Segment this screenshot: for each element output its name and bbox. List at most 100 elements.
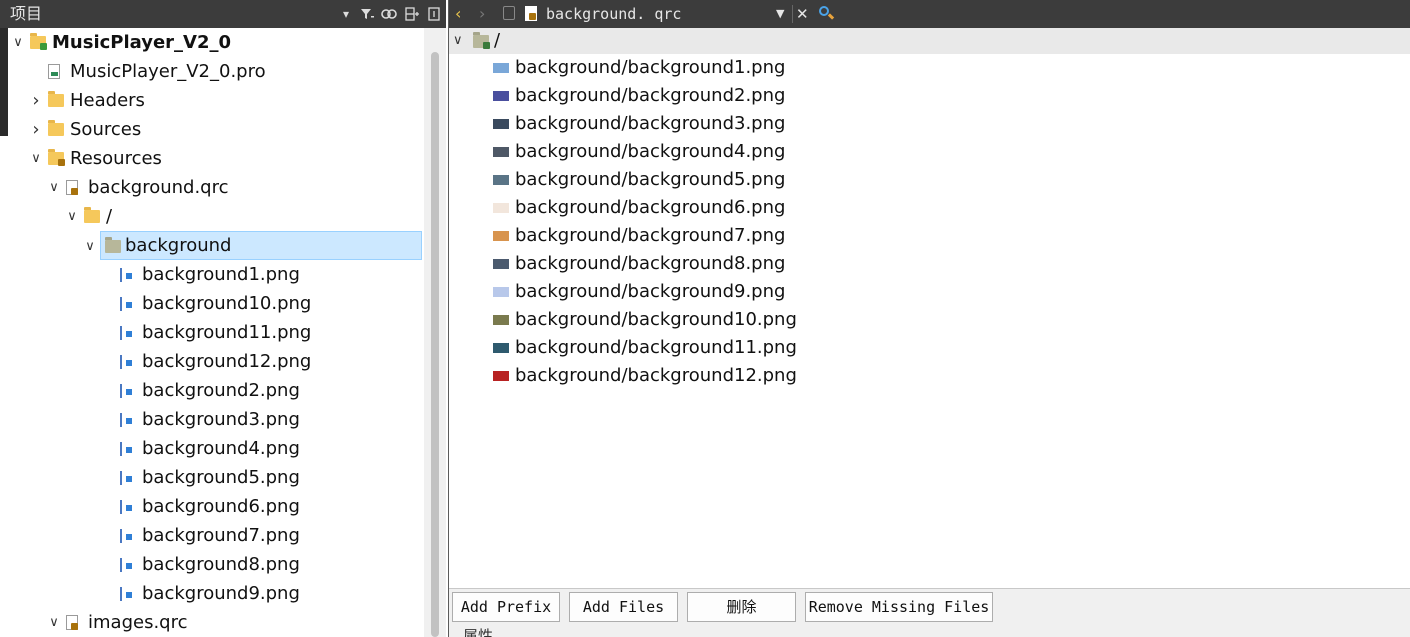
tree-item-label: background7.png (142, 525, 300, 546)
tree-item-label: background12.png (142, 351, 312, 372)
chevron-down-icon[interactable]: ∨ (46, 173, 62, 202)
resource-row[interactable]: background/background4.png (449, 138, 1049, 166)
image-file-icon (120, 500, 132, 514)
tree-item[interactable]: background8.png (8, 550, 408, 579)
tree-item[interactable]: background6.png (8, 492, 408, 521)
resource-row[interactable]: background/background2.png (449, 82, 1049, 110)
qrc-file-icon (66, 180, 78, 195)
tree-item[interactable]: › Headers (8, 86, 408, 115)
tree-item-selected[interactable]: ∨ background (85, 231, 422, 260)
chevron-right-icon[interactable]: › (28, 86, 44, 115)
resource-path: background/background10.png (515, 309, 797, 330)
tree-item[interactable]: background9.png (8, 579, 408, 608)
tree-item[interactable]: MusicPlayer_V2_0.pro (8, 57, 408, 86)
pro-file-icon (48, 64, 60, 79)
tree-item[interactable]: ∨ images.qrc (8, 608, 408, 637)
close-file-icon[interactable]: ✕ (796, 4, 809, 24)
resource-row[interactable]: background/background7.png (449, 222, 1049, 250)
forward-arrow-icon[interactable]: › (479, 4, 485, 24)
tree-item[interactable]: ∨ MusicPlayer_V2_0 (8, 28, 408, 57)
resource-row[interactable]: background/background10.png (449, 306, 1049, 334)
tree-item[interactable]: background4.png (8, 434, 408, 463)
resource-path: background/background8.png (515, 253, 786, 274)
project-panel: 项目 ▾ ∨ MusicPlayer_V2_0 MusicPlayer_V2_0.p… (0, 0, 446, 637)
resources-folder-icon (48, 149, 65, 166)
tree-item-label: background (125, 235, 232, 256)
remove-missing-files-button[interactable]: Remove Missing Files (805, 592, 993, 622)
image-thumbnail-icon (493, 175, 509, 185)
project-tree: ∨ MusicPlayer_V2_0 MusicPlayer_V2_0.pro › He… (8, 28, 424, 637)
tree-item[interactable]: ∨ / (8, 202, 408, 231)
image-file-icon (120, 384, 132, 398)
resource-row[interactable]: background/background6.png (449, 194, 1049, 222)
split-icon[interactable] (403, 4, 421, 24)
image-thumbnail-icon (493, 203, 509, 213)
toolbar-separator (792, 5, 793, 23)
left-edge-strip (0, 28, 8, 136)
image-thumbnail-icon (493, 231, 509, 241)
tree-item[interactable]: background12.png (8, 347, 408, 376)
resource-root-row[interactable]: ∨ / (449, 28, 1410, 54)
resource-row[interactable]: background/background1.png (449, 54, 1049, 82)
tree-item[interactable]: background1.png (8, 260, 408, 289)
tree-item[interactable]: background10.png (8, 289, 408, 318)
add-prefix-button[interactable]: Add Prefix (452, 592, 560, 622)
resource-path: background/background4.png (515, 141, 786, 162)
resource-row[interactable]: background/background5.png (449, 166, 1049, 194)
chevron-down-icon[interactable]: ∨ (46, 608, 62, 637)
delete-button[interactable]: 删除 (687, 592, 796, 622)
lock-icon[interactable] (503, 6, 515, 20)
chevron-down-icon[interactable]: ∨ (64, 202, 80, 231)
prefix-folder-icon (473, 32, 490, 49)
tree-item-label: background4.png (142, 438, 300, 459)
open-file-name[interactable]: background. qrc (546, 4, 681, 24)
tree-item[interactable]: background5.png (8, 463, 408, 492)
resource-row[interactable]: background/background11.png (449, 334, 1049, 362)
image-file-icon (120, 558, 132, 572)
tree-item-label: MusicPlayer_V2_0.pro (70, 61, 266, 82)
image-thumbnail-icon (493, 343, 509, 353)
image-thumbnail-icon (493, 259, 509, 269)
tree-item-label: images.qrc (88, 612, 188, 633)
sources-folder-icon (48, 120, 64, 136)
filter-icon[interactable] (358, 4, 376, 24)
tree-item[interactable]: ∨ Resources (8, 144, 408, 173)
chevron-down-icon[interactable]: ∨ (10, 28, 26, 57)
image-thumbnail-icon (493, 91, 509, 101)
back-arrow-icon[interactable]: ‹ (455, 4, 461, 24)
link-with-editor-icon[interactable] (380, 4, 398, 24)
tree-item-label: / (106, 206, 113, 227)
chevron-down-icon[interactable]: ∨ (82, 232, 98, 261)
image-thumbnail-icon (493, 371, 509, 381)
resource-path: background/background7.png (515, 225, 786, 246)
prefix-folder-icon (84, 207, 100, 223)
image-file-icon (120, 355, 132, 369)
tree-item[interactable]: background11.png (8, 318, 408, 347)
chevron-down-icon[interactable]: ∨ (453, 28, 463, 54)
locate-file-icon[interactable] (819, 6, 835, 22)
image-thumbnail-icon (493, 287, 509, 297)
view-dropdown-icon[interactable]: ▾ (337, 4, 355, 24)
image-thumbnail-icon (493, 63, 509, 73)
tree-item[interactable]: background7.png (8, 521, 408, 550)
tree-item[interactable]: background2.png (8, 376, 408, 405)
close-pane-icon[interactable] (425, 4, 443, 24)
project-folder-icon (30, 33, 47, 50)
resource-row[interactable]: background/background9.png (449, 278, 1049, 306)
tree-item[interactable]: background3.png (8, 405, 408, 434)
chevron-down-icon[interactable]: ∨ (28, 144, 44, 173)
resource-row[interactable]: background/background12.png (449, 362, 1049, 390)
resource-path: background/background2.png (515, 85, 786, 106)
tree-item[interactable]: ∨ background.qrc (8, 173, 408, 202)
tree-item-label: background6.png (142, 496, 300, 517)
tree-scrollbar-thumb[interactable] (431, 52, 439, 637)
add-files-button[interactable]: Add Files (569, 592, 678, 622)
image-thumbnail-icon (493, 315, 509, 325)
resource-row[interactable]: background/background3.png (449, 110, 1049, 138)
resource-path: background/background5.png (515, 169, 786, 190)
chevron-right-icon[interactable]: › (28, 115, 44, 144)
tree-item[interactable]: › Sources (8, 115, 408, 144)
file-dropdown-icon[interactable]: ▼ (776, 4, 784, 24)
resource-row[interactable]: background/background8.png (449, 250, 1049, 278)
resource-prefix-label: / (494, 30, 501, 51)
